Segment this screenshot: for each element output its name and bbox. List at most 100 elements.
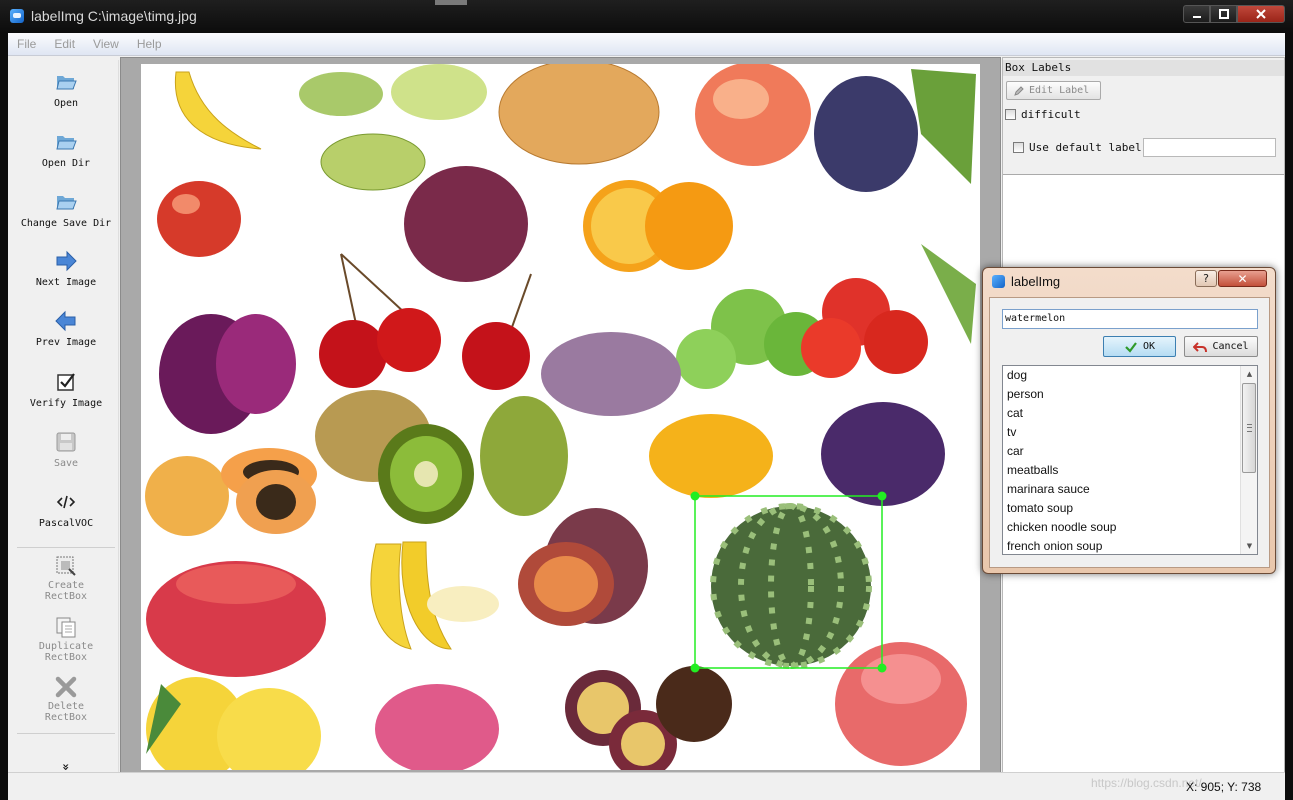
title-bar: labelImg C:\image\timg.jpg	[0, 0, 1293, 33]
papaya-fruit	[145, 456, 229, 536]
format-toggle-button[interactable]: PascalVOC	[14, 490, 118, 529]
delete-rectbox-label-2: RectBox	[44, 712, 88, 723]
scroll-down-icon[interactable]: ▼	[1241, 538, 1257, 554]
passion-fruit-flesh	[621, 722, 665, 766]
list-item[interactable]: chicken noodle soup	[1007, 520, 1116, 534]
list-item[interactable]: car	[1007, 444, 1024, 458]
banana-fruit	[174, 71, 262, 150]
use-default-label-label: Use default label	[1029, 141, 1142, 154]
starfruit-fruit	[299, 72, 383, 116]
papaya-seeds	[256, 484, 296, 520]
apple-highlight	[172, 194, 200, 214]
menu-view[interactable]: View	[84, 37, 128, 51]
menu-bar: File Edit View Help	[8, 33, 1285, 56]
save-label: Save	[53, 458, 79, 469]
menu-help[interactable]: Help	[128, 37, 171, 51]
bbox-handle[interactable]	[690, 491, 700, 501]
create-rectbox-button[interactable]: Create RectBox	[14, 554, 118, 602]
toolbar-separator	[17, 547, 115, 548]
format-label: PascalVOC	[38, 518, 94, 529]
mango-fruit	[480, 396, 568, 516]
delete-rectbox-button[interactable]: Delete RectBox	[14, 675, 118, 723]
next-image-label: Next Image	[35, 277, 97, 288]
label-dialog: labelImg ? ✕ watermelon OK Cancel dog pe…	[982, 267, 1276, 574]
open-dir-button[interactable]: Open Dir	[14, 130, 118, 169]
passion-fruit	[656, 666, 732, 742]
green-apple-fruit	[676, 329, 736, 389]
code-tag-icon	[56, 495, 76, 509]
minimize-icon	[1192, 16, 1201, 18]
bbox-handle[interactable]	[877, 491, 887, 501]
open-button[interactable]: Open	[14, 70, 118, 109]
duplicate-icon	[56, 617, 76, 638]
menu-file[interactable]: File	[8, 37, 45, 51]
list-item[interactable]: cat	[1007, 406, 1023, 420]
dialog-close-button[interactable]: ✕	[1218, 270, 1267, 287]
toolbar: Open Open Dir Change Save Dir Next Image…	[14, 60, 119, 772]
cancel-button[interactable]: Cancel	[1184, 336, 1258, 357]
use-default-label-checkbox[interactable]	[1013, 142, 1024, 153]
scroll-thumb[interactable]	[1242, 383, 1256, 473]
cherry-leaf	[921, 244, 976, 344]
toolbar-separator	[17, 733, 115, 734]
status-bar: https://blog.csdn.net/... X: 905; Y: 738	[8, 772, 1285, 800]
strawberry-highlight	[176, 564, 296, 604]
scroll-up-icon[interactable]: ▲	[1241, 366, 1257, 382]
list-item[interactable]: person	[1007, 387, 1044, 401]
grip-icon	[1247, 424, 1252, 432]
fig-flesh	[534, 556, 598, 612]
label-list-scrollbar[interactable]: ▲ ▼	[1240, 366, 1257, 554]
maximize-button[interactable]	[1210, 5, 1237, 23]
create-rect-icon	[56, 556, 76, 576]
verify-image-button[interactable]: Verify Image	[14, 370, 118, 409]
grapes-fruit	[404, 166, 528, 282]
difficult-label: difficult	[1021, 108, 1081, 121]
edit-label-button[interactable]: Edit Label	[1006, 81, 1101, 100]
image-canvas[interactable]	[141, 64, 980, 770]
dialog-app-icon	[992, 275, 1005, 288]
menu-edit[interactable]: Edit	[45, 37, 84, 51]
dialog-help-button[interactable]: ?	[1195, 270, 1217, 287]
list-item[interactable]: marinara sauce	[1007, 482, 1090, 496]
list-item[interactable]: dog	[1007, 368, 1027, 382]
open-dir-label: Open Dir	[41, 158, 91, 169]
list-item[interactable]: tomato soup	[1007, 501, 1073, 515]
peach-highlight	[713, 79, 769, 119]
save-button[interactable]: Save	[14, 430, 118, 469]
list-item[interactable]: tv	[1007, 425, 1016, 439]
change-save-dir-button[interactable]: Change Save Dir	[14, 190, 118, 229]
default-label-input[interactable]	[1143, 138, 1276, 157]
cherry-fruit	[377, 308, 441, 372]
checkmark-icon	[1125, 341, 1137, 353]
close-button[interactable]	[1237, 5, 1285, 23]
canvas-scroll-area[interactable]	[120, 57, 1001, 774]
bbox-handle[interactable]	[877, 663, 887, 673]
minimize-button[interactable]	[1183, 5, 1210, 23]
prev-image-button[interactable]: Prev Image	[14, 309, 118, 348]
cherry-fruit	[864, 310, 928, 374]
apple-fruit	[157, 181, 241, 257]
undo-arrow-icon	[1193, 341, 1208, 352]
folder-open-icon	[56, 196, 77, 210]
duplicate-rectbox-label-1: Duplicate	[38, 641, 94, 652]
starfruit-fruit	[320, 133, 426, 191]
list-item[interactable]: meatballs	[1007, 463, 1058, 477]
cancel-label: Cancel	[1212, 341, 1249, 352]
label-input[interactable]: watermelon	[1002, 309, 1258, 329]
label-list[interactable]: dog person cat tv car meatballs marinara…	[1002, 365, 1258, 555]
floppy-disk-icon	[56, 432, 76, 452]
duplicate-rectbox-button[interactable]: Duplicate RectBox	[14, 615, 118, 663]
create-rectbox-label-2: RectBox	[44, 591, 88, 602]
cherry-fruit	[462, 322, 530, 390]
box-labels-title: Box Labels	[1003, 60, 1284, 76]
cherry-fruit	[801, 318, 861, 378]
difficult-checkbox[interactable]	[1005, 109, 1016, 120]
lychee-highlight	[861, 654, 941, 704]
ok-button[interactable]: OK	[1103, 336, 1176, 357]
list-item[interactable]: french onion soup	[1007, 539, 1102, 553]
bbox-handle[interactable]	[690, 663, 700, 673]
change-save-dir-label: Change Save Dir	[20, 218, 112, 229]
next-image-button[interactable]: Next Image	[14, 249, 118, 288]
dialog-body: watermelon OK Cancel dog person cat tv c…	[989, 297, 1270, 568]
grapes-fruit	[541, 332, 681, 416]
